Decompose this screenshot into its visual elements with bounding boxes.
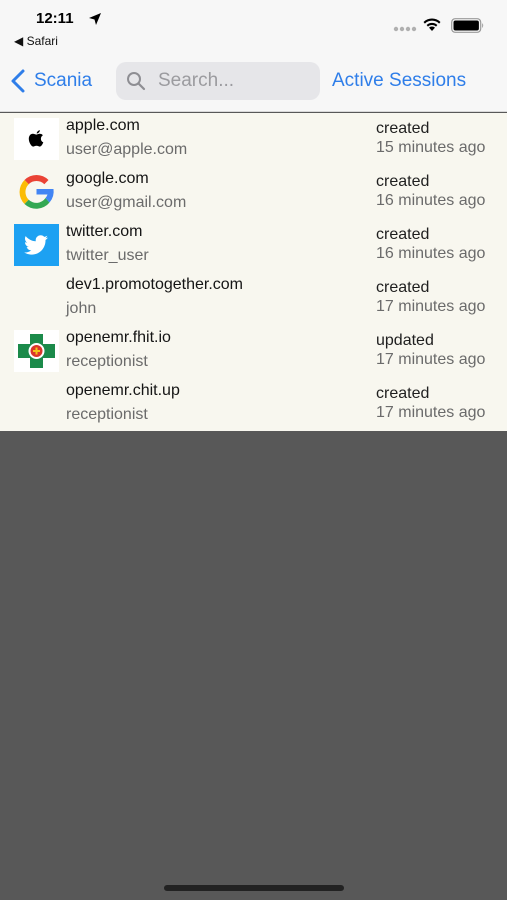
session-status: created <box>376 279 430 296</box>
openemr-logo-icon <box>14 330 59 372</box>
search-icon <box>127 72 146 91</box>
location-arrow-icon <box>89 13 101 25</box>
session-domain: openemr.fhit.io <box>66 329 171 346</box>
home-indicator[interactable] <box>164 885 344 891</box>
session-user: user@gmail.com <box>66 194 187 211</box>
session-status: created <box>376 120 430 137</box>
session-time: 17 minutes ago <box>376 351 486 368</box>
session-row-google[interactable]: google.com user@gmail.com created 16 min… <box>0 166 507 219</box>
session-user: receptionist <box>66 353 148 370</box>
session-domain: google.com <box>66 170 149 187</box>
session-user: user@apple.com <box>66 141 188 158</box>
session-time: 17 minutes ago <box>376 404 486 421</box>
back-button-label: Scania <box>34 70 93 91</box>
sessions-list: apple.com user@apple.com created 15 minu… <box>0 113 507 431</box>
session-domain: twitter.com <box>66 223 143 240</box>
apple-logo-icon <box>14 118 59 160</box>
session-time: 15 minutes ago <box>376 139 486 156</box>
google-logo-icon <box>14 171 59 213</box>
cellular-signal-icon <box>393 26 417 32</box>
active-sessions-title[interactable]: Active Sessions <box>332 70 466 92</box>
wifi-icon <box>423 18 441 31</box>
session-time: 16 minutes ago <box>376 245 486 262</box>
session-user: twitter_user <box>66 247 149 264</box>
twitter-logo-icon <box>14 224 59 266</box>
session-status: created <box>376 173 430 190</box>
back-to-app-link[interactable]: ◀ Safari <box>14 34 58 48</box>
battery-icon <box>451 18 484 33</box>
session-user: receptionist <box>66 406 148 423</box>
status-time: 12:11 <box>36 10 74 27</box>
search-input[interactable] <box>158 70 318 92</box>
session-time: 16 minutes ago <box>376 192 486 209</box>
session-status: created <box>376 385 430 402</box>
session-status: created <box>376 226 430 243</box>
session-status: updated <box>376 332 434 349</box>
session-domain: apple.com <box>66 117 140 134</box>
session-domain: dev1.promotogether.com <box>66 276 243 293</box>
session-row-twitter[interactable]: twitter.com twitter_user created 16 minu… <box>0 219 507 272</box>
search-field[interactable] <box>116 62 320 100</box>
back-button[interactable]: Scania <box>10 66 92 96</box>
session-row-promotogether[interactable]: dev1.promotogether.com john created 17 m… <box>0 272 507 325</box>
session-row-openemr-fhit[interactable]: openemr.fhit.io receptionist updated 17 … <box>0 325 507 378</box>
session-time: 17 minutes ago <box>376 298 486 315</box>
top-bar: 12:11 ◀ Safari Scania Active Sessions <box>0 0 507 112</box>
session-row-openemr-chit[interactable]: openemr.chit.up receptionist created 17 … <box>0 378 507 431</box>
chevron-left-icon <box>11 69 25 93</box>
session-row-apple[interactable]: apple.com user@apple.com created 15 minu… <box>0 113 507 166</box>
session-domain: openemr.chit.up <box>66 382 180 399</box>
session-user: john <box>66 300 97 317</box>
